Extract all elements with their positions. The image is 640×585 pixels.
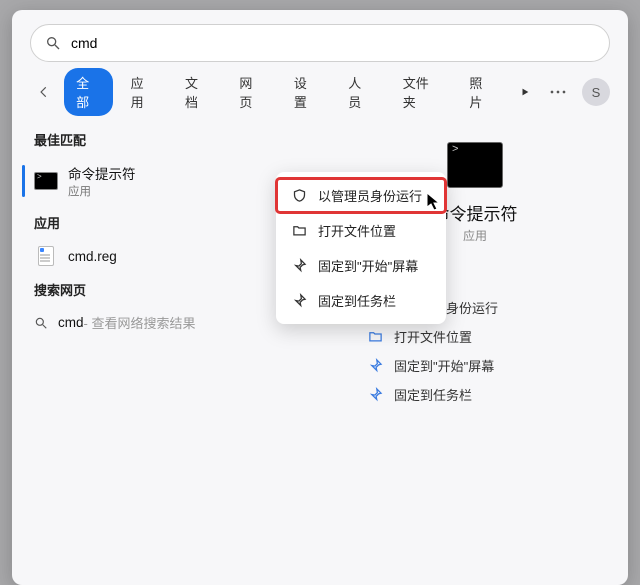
context-pin-taskbar[interactable]: 固定到任务栏 [276,283,446,318]
shield-icon [290,187,308,205]
context-label: 以管理员身份运行 [318,186,422,205]
arrow-left-icon [37,85,51,99]
context-open-location[interactable]: 打开文件位置 [276,213,446,248]
more-tabs-button[interactable] [512,78,538,106]
tab-web[interactable]: 网页 [227,68,275,116]
context-run-as-admin[interactable]: 以管理员身份运行 [276,178,446,213]
reg-file-icon [34,246,58,266]
app-icon-large [447,142,503,188]
search-icon [45,35,61,51]
back-button[interactable] [30,77,58,107]
ellipsis-icon [550,90,566,94]
folder-icon [366,328,384,346]
search-input[interactable] [71,35,595,51]
tab-apps[interactable]: 应用 [119,68,167,116]
play-icon [520,87,530,97]
tab-docs[interactable]: 文档 [173,68,221,116]
action-label: 固定到"开始"屏幕 [394,356,494,375]
tab-folders[interactable]: 文件夹 [391,68,452,116]
search-window: 全部 应用 文档 网页 设置 人员 文件夹 照片 S 最佳匹配 命令提示符 应用 [12,10,628,585]
tab-all[interactable]: 全部 [64,68,112,116]
context-pin-start[interactable]: 固定到"开始"屏幕 [276,248,446,283]
pin-icon [366,357,384,375]
tab-people[interactable]: 人员 [336,68,384,116]
section-best-match: 最佳匹配 [12,124,322,155]
action-label: 固定到任务栏 [394,385,472,404]
context-menu: 以管理员身份运行 打开文件位置 固定到"开始"屏幕 固定到任务栏 [276,172,446,324]
user-avatar[interactable]: S [582,78,610,106]
search-bar[interactable] [30,24,610,62]
overflow-button[interactable] [544,78,572,106]
action-pin-start[interactable]: 固定到"开始"屏幕 [366,356,628,375]
action-open-location[interactable]: 打开文件位置 [366,327,628,346]
tab-settings[interactable]: 设置 [282,68,330,116]
cursor-icon [426,192,442,212]
pin-icon [366,386,384,404]
result-subtitle: 应用 [68,183,136,199]
context-label: 固定到任务栏 [318,291,396,310]
pin-icon [290,257,308,275]
context-label: 打开文件位置 [318,221,396,240]
tab-photos[interactable]: 照片 [457,68,505,116]
folder-icon [290,222,308,240]
web-hint-text: - 查看网络搜索结果 [84,313,196,332]
result-title: cmd.reg [68,249,117,264]
filter-toolbar: 全部 应用 文档 网页 设置 人员 文件夹 照片 S [30,74,610,110]
cmd-icon [34,171,58,191]
result-title: 命令提示符 [68,163,136,183]
pin-icon [290,292,308,310]
search-icon [34,316,48,330]
context-label: 固定到"开始"屏幕 [318,256,418,275]
web-query-text: cmd [58,315,84,330]
action-pin-taskbar[interactable]: 固定到任务栏 [366,385,628,404]
action-label: 打开文件位置 [394,327,472,346]
